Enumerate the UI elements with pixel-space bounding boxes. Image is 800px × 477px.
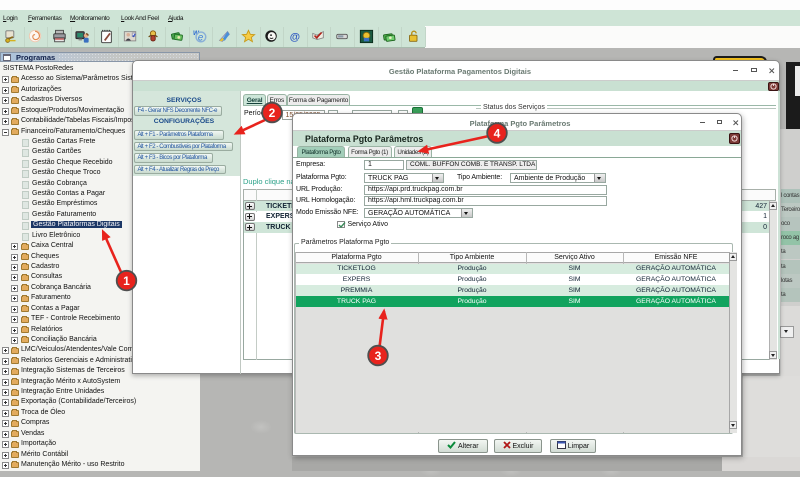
svg-text:1: 1: [123, 274, 130, 288]
svg-text:2: 2: [269, 106, 276, 120]
svg-text:3: 3: [375, 349, 382, 363]
svg-text:4: 4: [494, 127, 501, 141]
